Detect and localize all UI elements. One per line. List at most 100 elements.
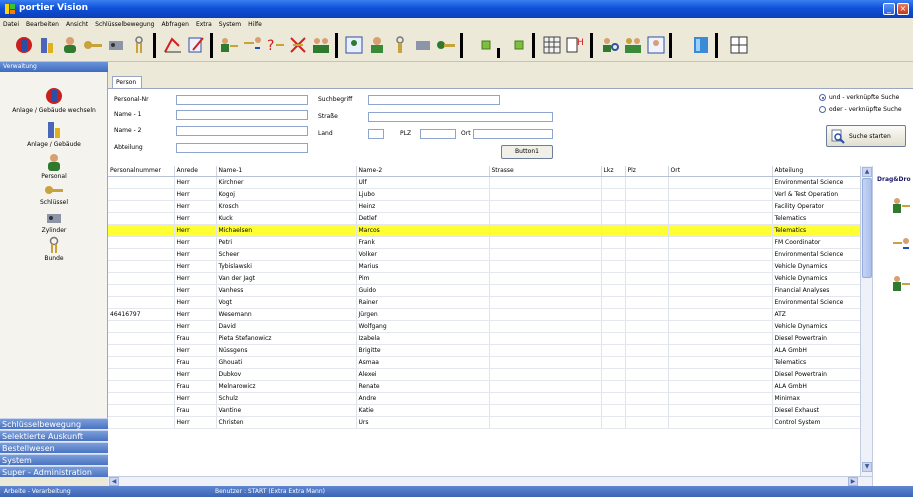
scroll-right-icon[interactable]: ▶ bbox=[848, 477, 858, 486]
table-row[interactable]: Herr David Wolfgang Vehicle Dynamics bbox=[108, 320, 860, 333]
person-key-icon[interactable] bbox=[891, 274, 911, 292]
nav-item-bundle[interactable]: Bunde bbox=[0, 236, 108, 262]
table-row[interactable]: Herr Vanhess Guido Financial Analyses bbox=[108, 284, 860, 297]
edit-icon[interactable] bbox=[185, 34, 207, 56]
key-delete-icon[interactable] bbox=[287, 34, 309, 56]
blue-window-icon[interactable] bbox=[690, 34, 712, 56]
nav-item-personnel[interactable]: Personal bbox=[0, 152, 108, 180]
bundle-icon[interactable] bbox=[128, 34, 150, 56]
table-row[interactable]: Herr Michaelsen Marcos Telematics bbox=[108, 224, 860, 237]
nav-group-system[interactable]: System bbox=[0, 454, 108, 465]
cylinder-icon[interactable] bbox=[105, 34, 127, 56]
nav-item-cylinder[interactable]: Zylinder bbox=[0, 210, 108, 234]
key-transfer-icon[interactable] bbox=[241, 34, 263, 56]
column-header[interactable]: Strasse bbox=[489, 166, 602, 177]
column-header[interactable]: Name-2 bbox=[356, 166, 490, 177]
scroll-up-icon[interactable]: ▲ bbox=[862, 167, 872, 177]
person-key-icon[interactable] bbox=[218, 34, 240, 56]
table-row[interactable]: Herr Kirchner Ulf Environmental Science bbox=[108, 176, 860, 189]
users-group-icon[interactable] bbox=[622, 34, 644, 56]
person-key-icon[interactable] bbox=[891, 196, 911, 214]
table-row[interactable]: Herr Tybislawski Marius Vehicle Dynamics bbox=[108, 260, 860, 273]
scroll-left-icon[interactable]: ◀ bbox=[109, 477, 119, 486]
users-settings-icon[interactable] bbox=[599, 34, 621, 56]
nav-item-building-switch[interactable]: Anlage / Gebäude wechseln bbox=[0, 86, 108, 114]
table-row[interactable]: Herr Nüssgens Brigitte ALA GmbH bbox=[108, 344, 860, 357]
table-row[interactable]: Herr Kogoj Ljubo Verl & Test Operation bbox=[108, 188, 860, 201]
menu-datei[interactable]: Datei bbox=[3, 21, 19, 28]
abteilung-input[interactable] bbox=[176, 143, 308, 153]
minimize-button[interactable]: _ bbox=[883, 3, 895, 15]
scroll-down-icon[interactable]: ▼ bbox=[862, 462, 872, 472]
personnel-icon[interactable] bbox=[59, 34, 81, 56]
menu-abfragen[interactable]: Abfragen bbox=[161, 21, 188, 28]
small-square-icon[interactable] bbox=[508, 34, 530, 56]
personal-nr-input[interactable] bbox=[176, 95, 308, 105]
table-row[interactable]: Herr Vogt Rainer Environmental Science bbox=[108, 296, 860, 309]
column-header[interactable]: Plz bbox=[625, 166, 669, 177]
table-row[interactable]: Herr Dubkov Alexei Diesel Powertrain bbox=[108, 368, 860, 381]
layout-icon[interactable] bbox=[728, 34, 750, 56]
menu-ansicht[interactable]: Ansicht bbox=[66, 21, 88, 28]
table-row[interactable]: Herr Kuck Detlef Telematics bbox=[108, 212, 860, 225]
key-transfer-icon[interactable] bbox=[891, 236, 911, 254]
nav-group-super-administration[interactable]: Super - Administration bbox=[0, 466, 108, 477]
vertical-scrollbar[interactable]: ▲ ▼ bbox=[860, 166, 872, 476]
column-header[interactable]: Anrede bbox=[174, 166, 217, 177]
menu-system[interactable]: System bbox=[219, 21, 241, 28]
nav-item-key[interactable]: Schlüssel bbox=[0, 182, 108, 206]
nav-group-bestellwesen[interactable]: Bestellwesen bbox=[0, 442, 108, 453]
key-query-icon[interactable]: ? bbox=[264, 34, 286, 56]
column-header[interactable]: Lkz bbox=[601, 166, 626, 177]
menu-extra[interactable]: Extra bbox=[196, 21, 212, 28]
table-row[interactable]: 46416797 Herr Wesemann Jürgen ATZ bbox=[108, 308, 860, 321]
nav-group-selektierte-auskunft[interactable]: Selektierte Auskunft bbox=[0, 430, 108, 441]
column-header[interactable]: Ort bbox=[668, 166, 773, 177]
building-switch-icon[interactable] bbox=[13, 34, 35, 56]
scroll-thumb[interactable] bbox=[862, 178, 872, 278]
key-icon[interactable] bbox=[82, 34, 104, 56]
plz-input[interactable] bbox=[420, 129, 456, 139]
grid-icon[interactable] bbox=[541, 34, 563, 56]
strasse-input[interactable] bbox=[368, 112, 553, 122]
name2-input[interactable] bbox=[176, 126, 308, 136]
suchbegriff-input[interactable] bbox=[368, 95, 500, 105]
nav-group-schluesselbewegung[interactable]: Schlüsselbewegung bbox=[0, 418, 108, 429]
table-row[interactable]: Herr Scheer Volker Environmental Science bbox=[108, 248, 860, 261]
land-input[interactable] bbox=[368, 129, 384, 139]
radio-or-search[interactable] bbox=[819, 106, 826, 113]
chart-icon[interactable] bbox=[162, 34, 184, 56]
table-row[interactable]: Frau Vantine Katie Diesel Exhaust bbox=[108, 404, 860, 417]
report-cylinders-icon[interactable] bbox=[412, 34, 434, 56]
button1[interactable]: Button1 bbox=[501, 145, 553, 159]
report-persons-icon[interactable] bbox=[366, 34, 388, 56]
column-header[interactable]: Abteilung bbox=[772, 166, 860, 177]
small-square-icon[interactable] bbox=[475, 34, 497, 56]
report-keys-icon[interactable] bbox=[435, 34, 457, 56]
table-row[interactable]: Herr Christen Urs Control System bbox=[108, 416, 860, 429]
column-header[interactable]: Name-1 bbox=[216, 166, 357, 177]
table-row[interactable]: Frau Melnarowicz Renate ALA GmbH bbox=[108, 380, 860, 393]
horizontal-scrollbar[interactable]: ◀ ▶ bbox=[108, 476, 872, 486]
building-icon[interactable] bbox=[36, 34, 58, 56]
table-row[interactable]: Herr Petri Frank FM Coordinator bbox=[108, 236, 860, 249]
name1-input[interactable] bbox=[176, 110, 308, 120]
report-personnel-icon[interactable] bbox=[343, 34, 365, 56]
radio-and-search[interactable] bbox=[819, 94, 826, 101]
table-row[interactable]: Frau Ghouati Asmaa Telematics bbox=[108, 356, 860, 369]
menu-hilfe[interactable]: Hilfe bbox=[248, 21, 262, 28]
column-header[interactable]: Personalnummer bbox=[108, 166, 175, 177]
search-start-button[interactable]: Suche starten bbox=[826, 125, 906, 147]
table-row[interactable]: Herr Krosch Heinz Facility Operator bbox=[108, 200, 860, 213]
report-bundles-icon[interactable] bbox=[389, 34, 411, 56]
ort-input[interactable] bbox=[473, 129, 553, 139]
user-report-icon[interactable] bbox=[645, 34, 667, 56]
table-row[interactable]: Herr Schulz Andre Minimax bbox=[108, 392, 860, 405]
tab-person[interactable]: Person bbox=[112, 76, 142, 88]
table-row[interactable]: Frau Pieta Stefanowicz Izabela Diesel Power… bbox=[108, 332, 860, 345]
nav-item-building[interactable]: Anlage / Gebäude bbox=[0, 120, 108, 148]
menu-schluesselbewegung[interactable]: Schlüsselbewegung bbox=[95, 21, 154, 28]
close-button[interactable]: × bbox=[897, 3, 909, 15]
menu-bearbeiten[interactable]: Bearbeiten bbox=[26, 21, 59, 28]
group-icon[interactable] bbox=[310, 34, 332, 56]
